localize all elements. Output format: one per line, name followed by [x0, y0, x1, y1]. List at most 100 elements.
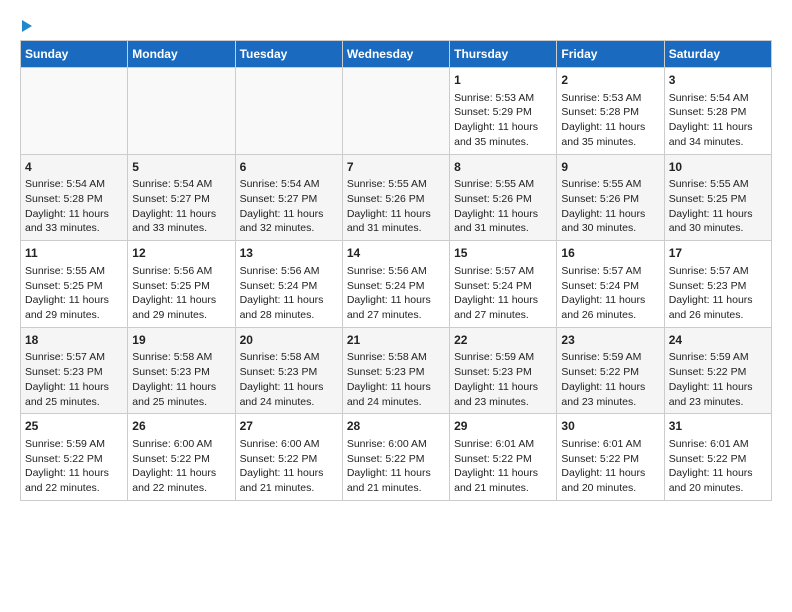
day-info: and 24 minutes.	[347, 395, 445, 410]
day-info: Sunset: 5:28 PM	[25, 192, 123, 207]
day-info: Sunrise: 5:53 AM	[561, 91, 659, 106]
day-info: Sunrise: 5:54 AM	[669, 91, 767, 106]
day-info: Sunset: 5:23 PM	[240, 365, 338, 380]
day-info: Sunrise: 5:58 AM	[132, 350, 230, 365]
day-info: Sunrise: 5:55 AM	[25, 264, 123, 279]
day-info: and 27 minutes.	[347, 308, 445, 323]
day-info: Sunrise: 6:01 AM	[561, 437, 659, 452]
day-info: Sunrise: 5:59 AM	[454, 350, 552, 365]
day-info: Sunrise: 5:57 AM	[454, 264, 552, 279]
day-number: 13	[240, 245, 338, 262]
day-info: Daylight: 11 hours	[132, 466, 230, 481]
week-row-4: 18Sunrise: 5:57 AMSunset: 5:23 PMDayligh…	[21, 327, 772, 414]
calendar-cell: 20Sunrise: 5:58 AMSunset: 5:23 PMDayligh…	[235, 327, 342, 414]
day-info: Daylight: 11 hours	[454, 293, 552, 308]
day-info: Daylight: 11 hours	[25, 466, 123, 481]
day-number: 24	[669, 332, 767, 349]
day-info: Daylight: 11 hours	[240, 380, 338, 395]
day-number: 31	[669, 418, 767, 435]
day-info: and 29 minutes.	[25, 308, 123, 323]
day-info: and 35 minutes.	[454, 135, 552, 150]
day-info: Daylight: 11 hours	[132, 380, 230, 395]
calendar-cell: 31Sunrise: 6:01 AMSunset: 5:22 PMDayligh…	[664, 414, 771, 501]
day-number: 23	[561, 332, 659, 349]
day-info: Sunset: 5:23 PM	[669, 279, 767, 294]
week-row-2: 4 Sunrise: 5:54 AM Sunset: 5:28 PM Daylight…	[21, 154, 772, 241]
day-info: Sunrise: 5:55 AM	[561, 177, 659, 192]
day-number: 20	[240, 332, 338, 349]
day-info: and 28 minutes.	[240, 308, 338, 323]
day-info: Sunset: 5:22 PM	[669, 365, 767, 380]
day-info: Daylight: 11 hours	[240, 207, 338, 222]
day-info: Sunset: 5:22 PM	[561, 452, 659, 467]
day-info: Sunrise: 5:57 AM	[25, 350, 123, 365]
page-header	[20, 20, 772, 32]
day-info: Sunset: 5:23 PM	[132, 365, 230, 380]
day-number: 25	[25, 418, 123, 435]
calendar-cell: 9Sunrise: 5:55 AMSunset: 5:26 PMDaylight…	[557, 154, 664, 241]
calendar-cell: 30Sunrise: 6:01 AMSunset: 5:22 PMDayligh…	[557, 414, 664, 501]
day-info: Sunset: 5:24 PM	[347, 279, 445, 294]
day-number: 2	[561, 72, 659, 89]
day-info: Sunrise: 5:56 AM	[347, 264, 445, 279]
day-info: Sunset: 5:23 PM	[454, 365, 552, 380]
day-info: Sunset: 5:22 PM	[132, 452, 230, 467]
week-row-1: 1Sunrise: 5:53 AMSunset: 5:29 PMDaylight…	[21, 68, 772, 155]
day-info: Sunrise: 5:56 AM	[240, 264, 338, 279]
day-info: Daylight: 11 hours	[132, 293, 230, 308]
day-info: Daylight: 11 hours	[454, 120, 552, 135]
day-info: Daylight: 11 hours	[347, 466, 445, 481]
day-info: Sunset: 5:28 PM	[561, 105, 659, 120]
day-info: Sunrise: 5:54 AM	[240, 177, 338, 192]
day-info: Sunrise: 5:56 AM	[132, 264, 230, 279]
day-number: 18	[25, 332, 123, 349]
calendar-cell: 17Sunrise: 5:57 AMSunset: 5:23 PMDayligh…	[664, 241, 771, 328]
day-info: and 27 minutes.	[454, 308, 552, 323]
day-number: 14	[347, 245, 445, 262]
logo-arrow-icon	[22, 20, 32, 32]
day-info: Sunset: 5:24 PM	[561, 279, 659, 294]
calendar-cell: 29Sunrise: 6:01 AMSunset: 5:22 PMDayligh…	[450, 414, 557, 501]
day-number: 11	[25, 245, 123, 262]
day-number: 26	[132, 418, 230, 435]
day-info: Daylight: 11 hours	[25, 293, 123, 308]
day-info: Sunrise: 6:00 AM	[240, 437, 338, 452]
day-info: Sunset: 5:22 PM	[561, 365, 659, 380]
day-info: Daylight: 11 hours	[561, 120, 659, 135]
day-number: 16	[561, 245, 659, 262]
calendar-cell: 27Sunrise: 6:00 AMSunset: 5:22 PMDayligh…	[235, 414, 342, 501]
day-info: Sunrise: 5:59 AM	[561, 350, 659, 365]
day-info: Daylight: 11 hours	[669, 120, 767, 135]
day-info: Daylight: 11 hours	[561, 293, 659, 308]
day-info: and 31 minutes.	[347, 221, 445, 236]
day-info: Daylight: 11 hours	[132, 207, 230, 222]
day-header-monday: Monday	[128, 41, 235, 68]
day-info: Daylight: 11 hours	[561, 380, 659, 395]
day-info: and 22 minutes.	[132, 481, 230, 496]
day-info: Sunrise: 6:00 AM	[347, 437, 445, 452]
logo	[20, 20, 32, 32]
day-info: and 29 minutes.	[132, 308, 230, 323]
calendar-header-row: SundayMondayTuesdayWednesdayThursdayFrid…	[21, 41, 772, 68]
calendar-cell: 25Sunrise: 5:59 AMSunset: 5:22 PMDayligh…	[21, 414, 128, 501]
calendar-cell	[21, 68, 128, 155]
day-header-tuesday: Tuesday	[235, 41, 342, 68]
calendar-cell: 19Sunrise: 5:58 AMSunset: 5:23 PMDayligh…	[128, 327, 235, 414]
day-info: Daylight: 11 hours	[454, 207, 552, 222]
calendar-cell: 3Sunrise: 5:54 AMSunset: 5:28 PMDaylight…	[664, 68, 771, 155]
day-info: Sunrise: 5:54 AM	[132, 177, 230, 192]
day-info: Daylight: 11 hours	[347, 207, 445, 222]
day-info: Sunrise: 5:58 AM	[347, 350, 445, 365]
calendar-cell: 24Sunrise: 5:59 AMSunset: 5:22 PMDayligh…	[664, 327, 771, 414]
calendar-cell: 5Sunrise: 5:54 AMSunset: 5:27 PMDaylight…	[128, 154, 235, 241]
day-info: Sunset: 5:24 PM	[454, 279, 552, 294]
day-number: 22	[454, 332, 552, 349]
day-number: 4	[25, 159, 123, 176]
day-info: Sunset: 5:24 PM	[240, 279, 338, 294]
calendar-cell: 26Sunrise: 6:00 AMSunset: 5:22 PMDayligh…	[128, 414, 235, 501]
day-info: Sunset: 5:25 PM	[669, 192, 767, 207]
calendar-cell: 13Sunrise: 5:56 AMSunset: 5:24 PMDayligh…	[235, 241, 342, 328]
day-info: Sunrise: 5:57 AM	[669, 264, 767, 279]
day-info: Sunrise: 5:59 AM	[25, 437, 123, 452]
day-info: Sunrise: 5:58 AM	[240, 350, 338, 365]
